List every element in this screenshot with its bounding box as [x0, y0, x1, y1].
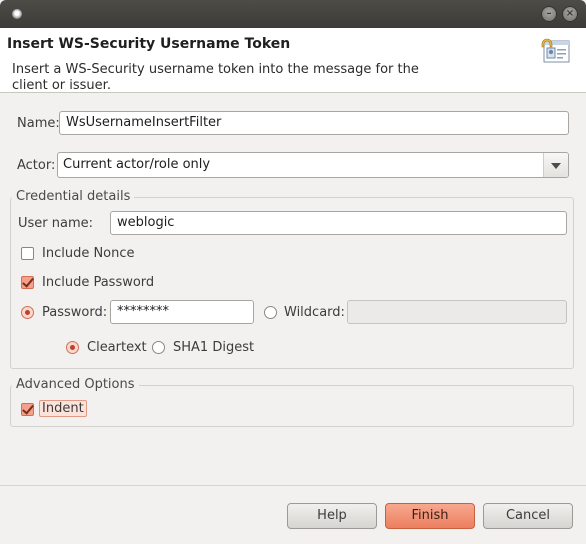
- wildcard-radio[interactable]: [264, 306, 277, 319]
- wizard-header: Insert WS-Security Username Token Insert…: [0, 28, 586, 93]
- indent-label[interactable]: Indent: [39, 400, 87, 417]
- sha1-digest-radio[interactable]: [152, 341, 165, 354]
- wildcard-label[interactable]: Wildcard:: [284, 305, 345, 320]
- dropdown-button[interactable]: [543, 153, 568, 177]
- include-password-label[interactable]: Include Password: [42, 275, 154, 290]
- password-field[interactable]: ********: [110, 300, 254, 324]
- cleartext-label[interactable]: Cleartext: [87, 340, 147, 355]
- help-button[interactable]: Help: [287, 503, 377, 529]
- password-label[interactable]: Password:: [42, 305, 107, 320]
- username-field[interactable]: weblogic: [110, 211, 567, 235]
- indent-checkbox[interactable]: [21, 403, 34, 416]
- wizard-banner-icon: [541, 38, 570, 63]
- credential-details-title: Credential details: [12, 189, 135, 204]
- name-field[interactable]: WsUsernameInsertFilter: [59, 111, 569, 135]
- minimize-icon: –: [546, 8, 552, 19]
- finish-button[interactable]: Finish: [385, 503, 475, 529]
- footer-separator: [0, 485, 586, 486]
- close-icon: ×: [565, 8, 575, 19]
- wildcard-field: [347, 300, 567, 324]
- close-button[interactable]: ×: [562, 6, 578, 22]
- wizard-description: Insert a WS-Security username token into…: [12, 62, 419, 93]
- chevron-down-icon: [551, 163, 561, 169]
- window-title-bar: – ×: [0, 0, 586, 28]
- wizard-title: Insert WS-Security Username Token: [7, 36, 291, 52]
- minimize-button[interactable]: –: [541, 6, 557, 22]
- include-nonce-label[interactable]: Include Nonce: [42, 246, 135, 261]
- cancel-button[interactable]: Cancel: [483, 503, 573, 529]
- window-menu-icon[interactable]: [12, 9, 22, 19]
- actor-dropdown[interactable]: Current actor/role only: [57, 152, 569, 178]
- name-label: Name:: [17, 116, 60, 131]
- actor-selected-value: Current actor/role only: [63, 157, 211, 172]
- include-nonce-checkbox[interactable]: [21, 247, 34, 260]
- username-label: User name:: [18, 216, 94, 231]
- sha1-digest-label[interactable]: SHA1 Digest: [173, 340, 254, 355]
- include-password-checkbox[interactable]: [21, 276, 34, 289]
- advanced-options-title: Advanced Options: [12, 377, 139, 392]
- password-radio[interactable]: [21, 306, 34, 319]
- cleartext-radio[interactable]: [66, 341, 79, 354]
- actor-label: Actor:: [17, 158, 56, 173]
